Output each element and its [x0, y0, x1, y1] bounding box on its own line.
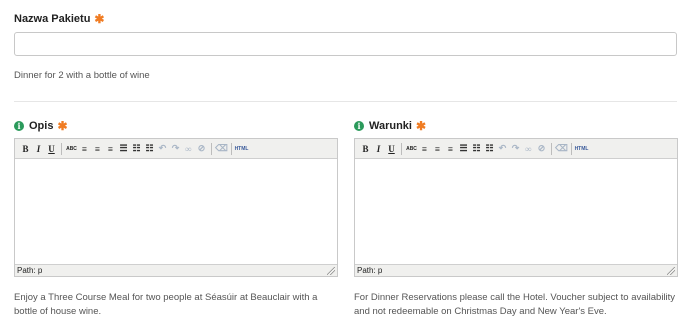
bullet-list-icon[interactable]: ☷: [131, 143, 142, 155]
unlink-icon[interactable]: ⊘: [196, 143, 207, 155]
package-name-label-row: Nazwa Pakietu ✱: [14, 12, 104, 26]
align-left-icon[interactable]: ≡: [419, 143, 430, 155]
package-name-label: Nazwa Pakietu: [14, 13, 91, 25]
align-left-icon[interactable]: ≡: [79, 143, 90, 155]
terms-edit-area[interactable]: [355, 159, 677, 264]
redo-icon[interactable]: ↷: [510, 143, 521, 155]
info-icon[interactable]: i: [14, 121, 24, 131]
align-right-icon[interactable]: ≡: [105, 143, 116, 155]
resize-grip-icon[interactable]: [327, 267, 335, 275]
terms-label-row: i Warunki ✱: [354, 119, 426, 133]
bold-button[interactable]: B: [360, 143, 371, 155]
italic-button[interactable]: I: [33, 143, 44, 155]
align-justify-icon[interactable]: ☰: [458, 143, 469, 155]
cleanup-icon[interactable]: ⌫: [215, 143, 228, 155]
terms-label: Warunki: [369, 120, 412, 132]
required-asterisk-icon: ✱: [57, 119, 68, 133]
terms-hint: For Dinner Reservations please call the …: [354, 292, 676, 317]
link-icon[interactable]: ∞: [523, 143, 534, 155]
align-justify-icon[interactable]: ☰: [118, 143, 129, 155]
terms-editor: B I U ABC ≡ ≡ ≡ ☰ ☷ ☷ ↶ ↷ ∞ ⊘ ⌫ HTML Pat…: [354, 138, 678, 277]
description-hint: Enjoy a Three Course Meal for two people…: [14, 292, 318, 317]
undo-icon[interactable]: ↶: [497, 143, 508, 155]
redo-icon[interactable]: ↷: [170, 143, 181, 155]
description-label-row: i Opis ✱: [14, 119, 68, 133]
underline-button[interactable]: U: [386, 143, 397, 155]
unlink-icon[interactable]: ⊘: [536, 143, 547, 155]
html-source-button[interactable]: HTML: [575, 143, 589, 155]
resize-grip-icon[interactable]: [667, 267, 675, 275]
section-divider: [14, 101, 677, 102]
link-icon[interactable]: ∞: [183, 143, 194, 155]
toolbar-separator: [551, 142, 552, 155]
description-edit-area[interactable]: [15, 159, 337, 264]
description-editor: B I U ABC ≡ ≡ ≡ ☰ ☷ ☷ ↶ ↷ ∞ ⊘ ⌫ HTML Pat…: [14, 138, 338, 277]
html-source-button[interactable]: HTML: [235, 143, 249, 155]
editor-path: Path: p: [17, 266, 43, 275]
toolbar-separator: [231, 142, 232, 155]
package-name-hint: Dinner for 2 with a bottle of wine: [14, 70, 150, 81]
editor-toolbar: B I U ABC ≡ ≡ ≡ ☰ ☷ ☷ ↶ ↷ ∞ ⊘ ⌫ HTML: [355, 139, 677, 159]
strikethrough-button[interactable]: ABC: [406, 143, 417, 155]
strikethrough-button[interactable]: ABC: [66, 143, 77, 155]
align-center-icon[interactable]: ≡: [432, 143, 443, 155]
bullet-list-icon[interactable]: ☷: [471, 143, 482, 155]
info-icon[interactable]: i: [354, 121, 364, 131]
editor-statusbar: Path: p: [15, 264, 337, 276]
align-center-icon[interactable]: ≡: [92, 143, 103, 155]
toolbar-separator: [211, 142, 212, 155]
toolbar-separator: [401, 142, 402, 155]
editor-path: Path: p: [357, 266, 383, 275]
toolbar-separator: [571, 142, 572, 155]
cleanup-icon[interactable]: ⌫: [555, 143, 568, 155]
italic-button[interactable]: I: [373, 143, 384, 155]
undo-icon[interactable]: ↶: [157, 143, 168, 155]
required-asterisk-icon: ✱: [94, 12, 105, 26]
bold-button[interactable]: B: [20, 143, 31, 155]
numbered-list-icon[interactable]: ☷: [144, 143, 155, 155]
toolbar-separator: [61, 142, 62, 155]
package-name-input[interactable]: [14, 32, 677, 56]
underline-button[interactable]: U: [46, 143, 57, 155]
required-asterisk-icon: ✱: [416, 119, 427, 133]
numbered-list-icon[interactable]: ☷: [484, 143, 495, 155]
editor-statusbar: Path: p: [355, 264, 677, 276]
align-right-icon[interactable]: ≡: [445, 143, 456, 155]
editor-toolbar: B I U ABC ≡ ≡ ≡ ☰ ☷ ☷ ↶ ↷ ∞ ⊘ ⌫ HTML: [15, 139, 337, 159]
description-label: Opis: [29, 120, 54, 132]
